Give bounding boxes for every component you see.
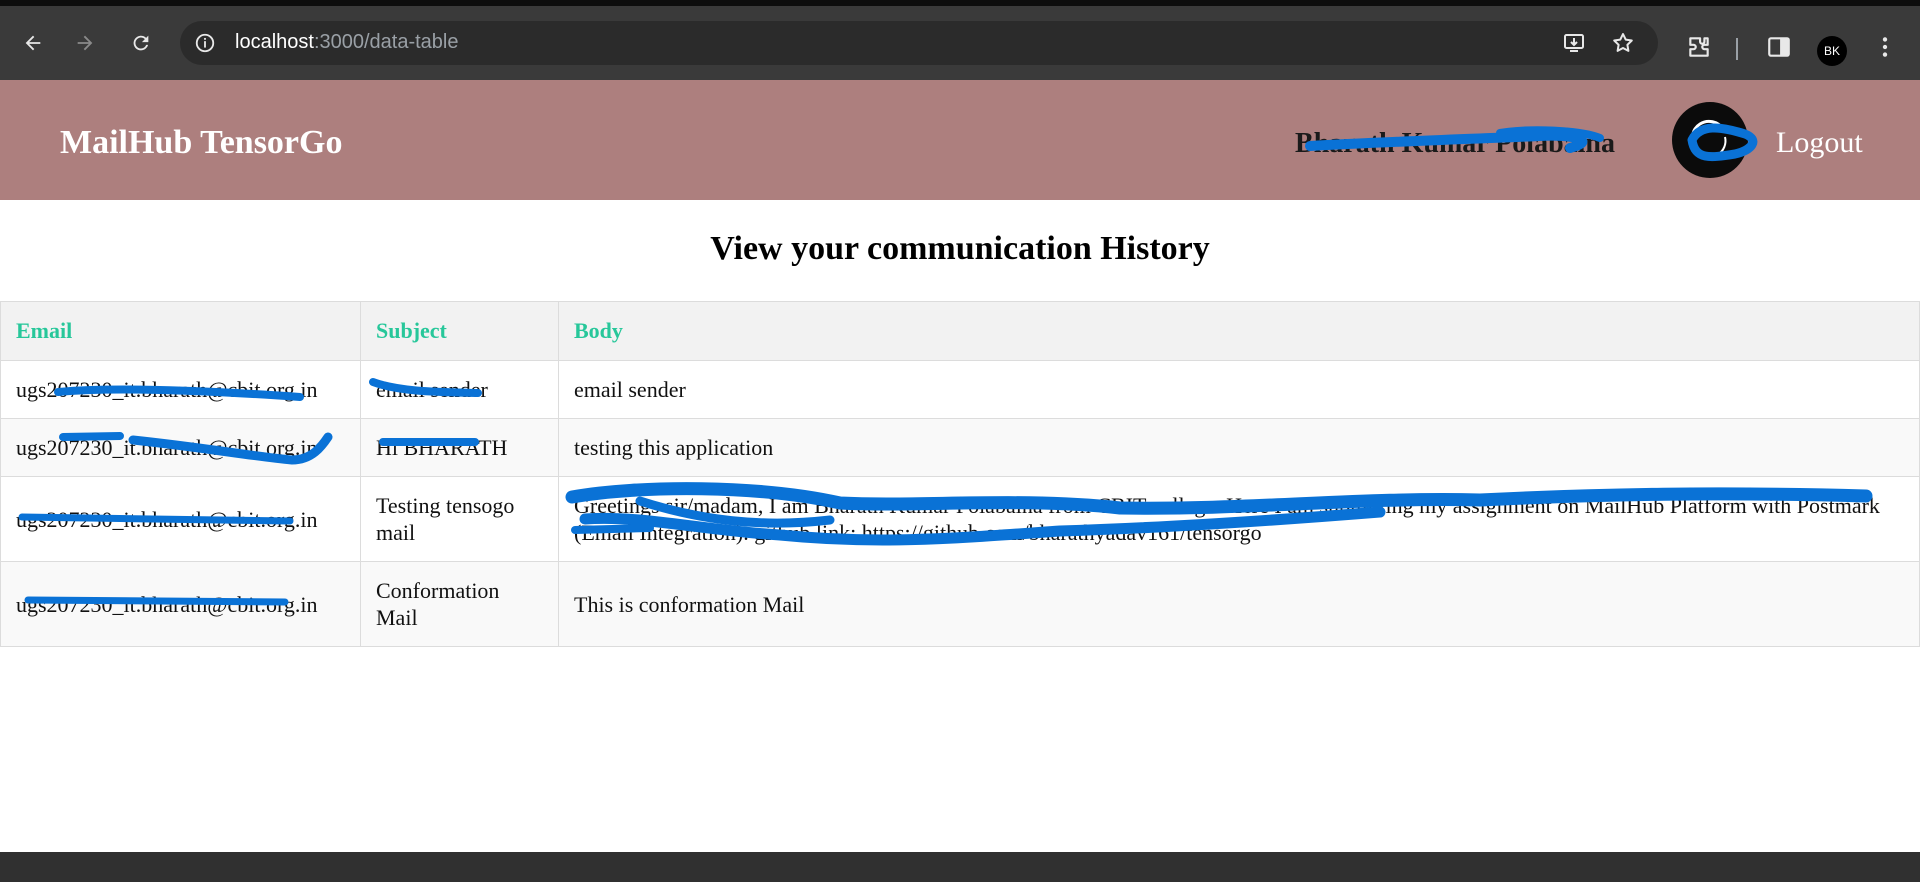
subject-cell: email sender <box>360 360 559 419</box>
page-title: View your communication History <box>710 230 1210 267</box>
email-cell: ugs207230_it.bharath@cbit.org.in <box>0 476 361 562</box>
table-row: ugs207230_it.bharath@cbit.org.in Conform… <box>0 561 1920 647</box>
url-host: localhost <box>235 31 314 53</box>
url-path: :3000/data-table <box>313 31 459 53</box>
forward-icon[interactable] <box>70 28 100 58</box>
toolbar-divider <box>1736 38 1738 60</box>
bookmark-star-icon[interactable] <box>1611 31 1635 55</box>
address-bar[interactable]: localhost:3000/data-table <box>180 21 1658 65</box>
subject-cell: Hi BHARATH <box>360 418 559 477</box>
extensions-icon[interactable] <box>1686 34 1712 60</box>
email-cell: ugs207230_it.bharath@cbit.org.in <box>0 360 361 419</box>
table-row: ugs207230_it.bharath@cbit.org.in email s… <box>0 360 1920 419</box>
table-row: ugs207230_it.bharath@cbit.org.in Testing… <box>0 476 1920 562</box>
menu-dots-icon[interactable] <box>1872 34 1898 60</box>
back-icon[interactable] <box>18 28 48 58</box>
email-cell: ugs207230_it.bharath@cbit.org.in <box>0 418 361 477</box>
browser-toolbar: localhost:3000/data-table BK <box>0 0 1920 80</box>
table-header-row: Email Subject Body <box>0 301 1920 361</box>
profile-avatar[interactable]: BK <box>1817 36 1847 66</box>
body-cell: This is conformation Mail <box>558 561 1920 647</box>
subject-cell: Conformation Mail <box>360 561 559 647</box>
column-header-email: Email <box>0 301 361 361</box>
brand-title[interactable]: MailHub TensorGo <box>60 124 342 162</box>
body-cell: Greetings sir/madam, I am Bharath Kumar … <box>558 476 1920 562</box>
install-app-icon[interactable] <box>1562 31 1586 55</box>
url-text[interactable]: localhost:3000/data-table <box>235 31 459 54</box>
bottom-bar <box>0 852 1920 882</box>
column-header-body: Body <box>558 301 1920 361</box>
table-row: ugs207230_it.bharath@cbit.org.in Hi BHAR… <box>0 418 1920 477</box>
site-info-icon[interactable] <box>194 32 216 54</box>
avatar-logo-icon <box>1690 119 1727 158</box>
side-panel-icon[interactable] <box>1766 34 1792 60</box>
user-avatar <box>1672 102 1748 178</box>
body-cell: testing this application <box>558 418 1920 477</box>
subject-cell: Testing tensogo mail <box>360 476 559 562</box>
email-cell: ugs207230_it.bharath@cbit.org.in <box>0 561 361 647</box>
user-name: Bharath Kumar Polabaina <box>1295 128 1615 159</box>
logout-button[interactable]: Logout <box>1776 126 1863 160</box>
app-header: MailHub TensorGo Bharath Kumar Polabaina… <box>0 80 1920 200</box>
history-table: Email Subject Body ugs207230_it.bharath@… <box>0 301 1920 647</box>
reload-icon[interactable] <box>126 28 156 58</box>
body-cell: email sender <box>558 360 1920 419</box>
column-header-subject: Subject <box>360 301 559 361</box>
